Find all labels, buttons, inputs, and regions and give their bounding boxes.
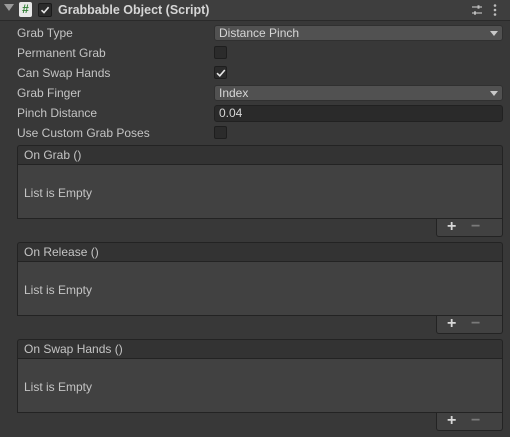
checkmark-icon [216,69,226,77]
empty-list-text: List is Empty [24,186,93,200]
grab-type-label: Grab Type [17,26,73,40]
use-custom-grab-poses-label: Use Custom Grab Poses [17,126,150,140]
empty-list-text: List is Empty [24,380,93,394]
can-swap-hands-label: Can Swap Hands [17,66,111,80]
event-title: On Release () [17,242,503,261]
component-enabled-checkbox[interactable] [38,3,52,17]
event-list: List is Empty [17,164,503,219]
component-header: # Grabbable Object (Script) [0,0,510,21]
grab-type-dropdown[interactable]: Distance Pinch [214,25,503,41]
event-title: On Swap Hands () [17,339,503,358]
grab-type-value: Distance Pinch [219,26,300,40]
event-footer: + − [436,315,503,334]
sliders-icon[interactable] [470,3,484,17]
grab-finger-label: Grab Finger [17,86,82,100]
remove-button[interactable]: − [471,315,480,333]
event-title: On Grab () [17,145,503,164]
add-button[interactable]: + [447,412,456,430]
event-footer: + − [436,412,503,431]
add-button[interactable]: + [447,218,456,236]
script-icon: # [19,2,32,17]
remove-button[interactable]: − [471,218,480,236]
dropdown-arrow-icon [490,91,498,96]
remove-button[interactable]: − [471,412,480,430]
pinch-distance-label: Pinch Distance [17,106,98,120]
permanent-grab-checkbox[interactable] [214,46,227,59]
empty-list-text: List is Empty [24,283,93,297]
permanent-grab-label: Permanent Grab [17,46,106,60]
grab-finger-dropdown[interactable]: Index [214,85,503,101]
grab-finger-value: Index [219,86,249,100]
dropdown-arrow-icon [490,31,498,36]
event-list: List is Empty [17,358,503,413]
can-swap-hands-checkbox[interactable] [214,66,227,79]
event-list: List is Empty [17,261,503,316]
add-button[interactable]: + [447,315,456,333]
component-title: Grabbable Object (Script) [58,3,210,17]
checkmark-icon [40,6,50,14]
event-footer: + − [436,218,503,237]
vertical-dots-icon[interactable] [490,3,500,17]
foldout-arrow-icon[interactable] [4,4,14,11]
use-custom-grab-poses-checkbox[interactable] [214,126,227,139]
pinch-distance-field[interactable]: 0.04 [214,105,503,122]
